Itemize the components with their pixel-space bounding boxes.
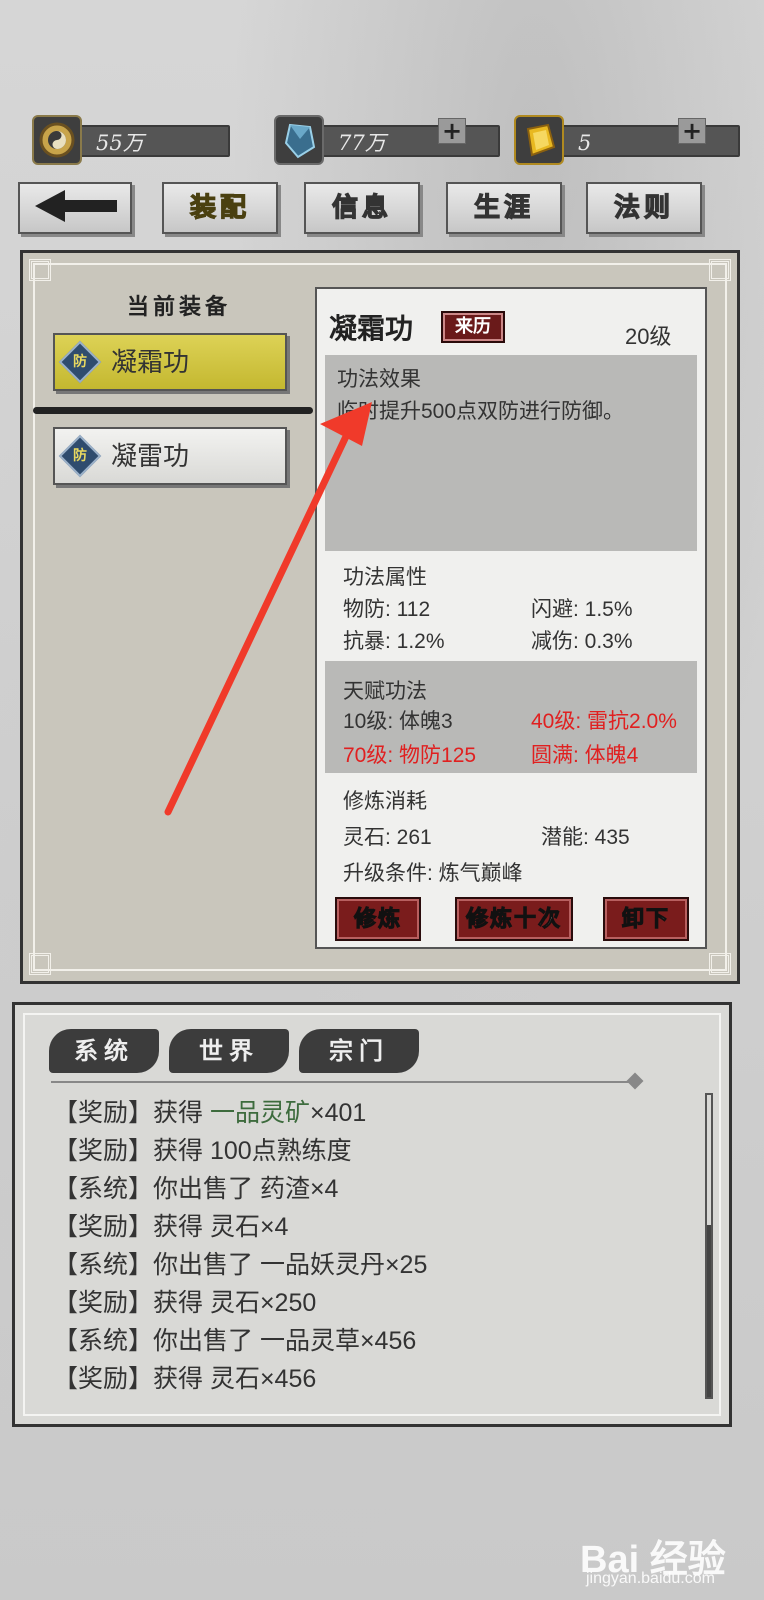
scrollbar-thumb[interactable] — [707, 1225, 711, 1397]
baidu-watermark-url: jingyan.baidu.com — [586, 1570, 715, 1587]
log-tab-world[interactable]: 世界 — [169, 1029, 289, 1073]
log-line: 【奖励】获得 灵石×250 — [53, 1289, 317, 1317]
log-divider — [51, 1081, 641, 1083]
log-line: 【奖励】获得 灵石×4 — [53, 1213, 289, 1241]
log-tab-sect[interactable]: 宗门 — [299, 1029, 419, 1073]
log-line: 【系统】你出售了 一品妖灵丹×25 — [53, 1251, 428, 1279]
log-line: 【奖励】获得 灵石×456 — [53, 1365, 317, 1393]
log-tab-system[interactable]: 系统 — [49, 1029, 159, 1073]
log-line: 【系统】你出售了 一品灵草×456 — [53, 1327, 417, 1355]
log-scrollbar[interactable] — [705, 1093, 713, 1399]
message-log-panel: 系统 世界 宗门 【奖励】获得 一品灵矿×401 【奖励】获得 100点熟练度 … — [12, 1002, 732, 1427]
log-line: 【奖励】获得 100点熟练度 — [53, 1137, 352, 1165]
log-line: 【系统】你出售了 药渣×4 — [53, 1175, 339, 1203]
log-line: 【奖励】获得 一品灵矿×401 — [53, 1099, 367, 1127]
